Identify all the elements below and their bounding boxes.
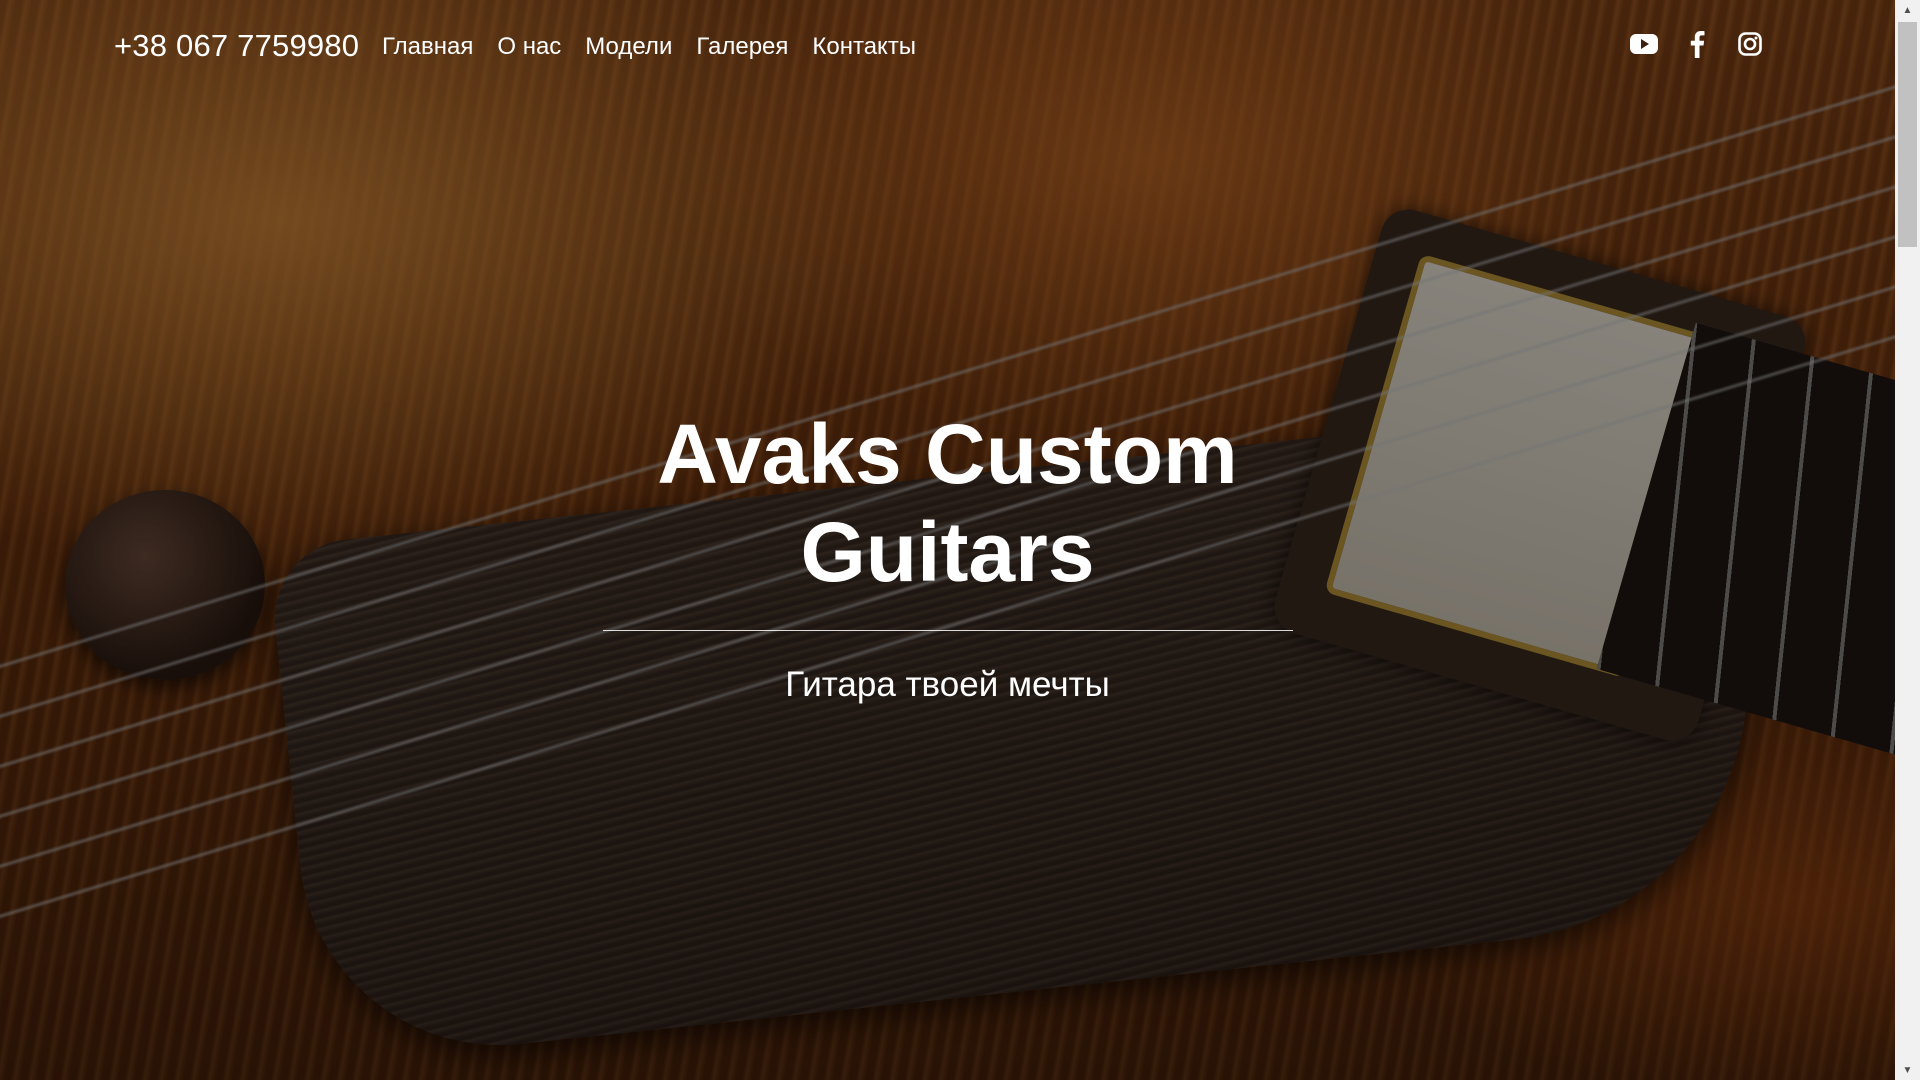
scroll-down-arrow-icon[interactable]: ▼: [1895, 1060, 1920, 1080]
hero-title-line1: Avaks Custom: [657, 407, 1238, 501]
site-header: +38 067 7759980 Главная О нас Модели Гал…: [0, 0, 1895, 95]
nav-item-about[interactable]: О нас: [497, 33, 561, 61]
scrollbar-thumb[interactable]: [1898, 22, 1917, 247]
hero-divider: [602, 630, 1293, 631]
nav-item-home[interactable]: Главная: [382, 33, 473, 61]
main-nav: Главная О нас Модели Галерея Контакты: [382, 33, 940, 61]
hero-subtitle: Гитара твоей мечты: [785, 665, 1110, 704]
nav-item-models[interactable]: Модели: [585, 33, 672, 61]
facebook-icon[interactable]: [1683, 30, 1711, 58]
nav-item-contacts[interactable]: Контакты: [812, 33, 916, 61]
hero-title-line2: Guitars: [800, 505, 1095, 599]
page-scrollbar[interactable]: ▲ ▼: [1895, 0, 1920, 1080]
hero-section: +38 067 7759980 Главная О нас Модели Гал…: [0, 0, 1895, 1080]
hero-content: Avaks Custom Guitars Гитара твоей мечты: [0, 405, 1895, 705]
instagram-icon[interactable]: [1736, 30, 1764, 58]
social-links: [1630, 30, 1764, 58]
hero-title: Avaks Custom Guitars: [598, 405, 1298, 601]
scroll-up-arrow-icon[interactable]: ▲: [1895, 0, 1920, 20]
phone-link[interactable]: +38 067 7759980: [114, 28, 359, 64]
youtube-icon[interactable]: [1630, 30, 1658, 58]
nav-item-gallery[interactable]: Галерея: [696, 33, 788, 61]
